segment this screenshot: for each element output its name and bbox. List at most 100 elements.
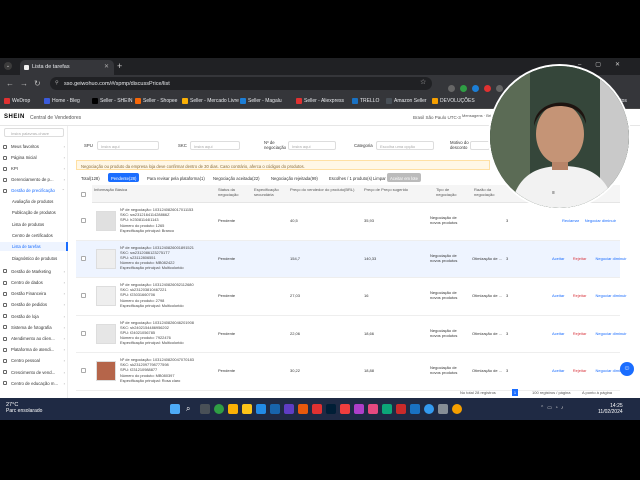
chat-help-icon[interactable]: ☺ xyxy=(620,362,634,376)
bookmark-item[interactable]: Seller - SHEIN xyxy=(92,96,133,106)
row-checkbox[interactable] xyxy=(81,330,86,336)
sidebar-item[interactable]: Centro pessoal › xyxy=(0,356,68,365)
chrome-icon[interactable] xyxy=(452,404,462,414)
reload-icon[interactable]: ↻ xyxy=(34,79,41,88)
sidebar-subitem[interactable]: Publicação de produtos xyxy=(0,208,68,217)
sidebar-item[interactable]: Meus favoritos › xyxy=(0,142,68,151)
row-checkbox[interactable] xyxy=(81,368,86,373)
sidebar-item[interactable]: Gestão de Marketing › xyxy=(0,267,68,276)
negotiation-number-input[interactable]: Insira aqui xyxy=(288,141,336,150)
extension-icon[interactable] xyxy=(472,85,479,92)
status-tab[interactable]: Negociação aceitada(22) xyxy=(210,173,263,182)
site-info-icon[interactable]: ⚲ xyxy=(55,80,59,86)
action-reject[interactable]: Rejeitar xyxy=(573,331,587,336)
row-checkbox[interactable] xyxy=(81,255,86,261)
bookmark-item[interactable]: DEVOLUÇÕES xyxy=(432,96,475,106)
bookmark-star-icon[interactable]: ☆ xyxy=(420,78,426,86)
weather-widget[interactable]: 27°C Parc ensolarado xyxy=(6,402,42,414)
action-negotiate[interactable]: Negociar diminuir xyxy=(596,293,627,298)
app-icon[interactable] xyxy=(256,404,266,414)
sidebar-item[interactable]: Gestão Financeira › xyxy=(0,289,68,298)
app-icon[interactable] xyxy=(382,404,392,414)
status-tab[interactable]: Para revisar pela plataforma(1) xyxy=(144,173,208,182)
folder-icon[interactable] xyxy=(242,404,252,414)
status-tab[interactable]: Escolhes / 1 produto(s) xyxy=(326,173,375,182)
sidebar-item[interactable]: Crescimento de vend... › xyxy=(0,368,68,377)
task-view-icon[interactable] xyxy=(200,404,210,414)
store-selector[interactable]: Brasil São Paulo UTC-3 xyxy=(413,115,461,120)
app-icon[interactable] xyxy=(354,404,364,414)
extension-icon[interactable] xyxy=(484,85,491,92)
action-complain[interactable]: Reclamar xyxy=(562,218,579,223)
start-icon[interactable] xyxy=(170,404,180,414)
forward-icon[interactable]: → xyxy=(20,79,28,88)
goto-page[interactable]: A ponto à página xyxy=(582,390,612,395)
row-checkbox[interactable] xyxy=(81,218,86,223)
sidebar-item[interactable]: Centro de dados › xyxy=(0,278,68,287)
app-icon[interactable] xyxy=(368,404,378,414)
system-tray[interactable]: ⌃▭◔♪ xyxy=(540,405,566,411)
spotify-icon[interactable] xyxy=(214,404,224,414)
extension-icon[interactable] xyxy=(496,85,503,92)
status-tab[interactable]: Negociação rejeitada(99) xyxy=(268,173,321,182)
extension-icon[interactable] xyxy=(448,85,455,92)
window-controls[interactable]: –▢✕ xyxy=(578,61,634,68)
action-reject[interactable]: Rejeitar xyxy=(573,368,587,373)
select-all-checkbox[interactable] xyxy=(81,192,86,197)
tab-menu-icon[interactable]: ⌄ xyxy=(4,62,12,70)
sidebar-item[interactable]: Gestão de loja › xyxy=(0,312,68,321)
app-icon[interactable] xyxy=(298,404,308,414)
action-negotiate[interactable]: Negociar diminuir xyxy=(585,218,616,223)
sidebar-subitem[interactable]: Diagnóstico de produtos xyxy=(0,254,68,263)
product-thumbnail[interactable] xyxy=(96,323,116,344)
app-icon[interactable] xyxy=(410,404,420,414)
chrome-icon[interactable] xyxy=(228,404,238,414)
sidebar-item[interactable]: Gerenciamento de p... › xyxy=(0,175,68,184)
bookmark-item[interactable]: TRELLO xyxy=(352,96,379,106)
status-tab[interactable]: Limpar xyxy=(370,173,389,182)
status-tab[interactable]: Aceitar em lote xyxy=(387,173,421,182)
bookmark-item[interactable]: Seller - Magalu xyxy=(240,96,282,106)
row-checkbox[interactable] xyxy=(81,293,86,298)
sidebar-item[interactable]: Centro de educação m... › xyxy=(0,379,68,388)
per-page-select[interactable]: 100 registros / página xyxy=(532,390,570,395)
product-thumbnail[interactable] xyxy=(96,211,116,231)
sidebar-item[interactable]: Atendimento ao clien... › xyxy=(0,334,68,343)
status-tab[interactable]: Total(128) xyxy=(78,173,103,182)
category-select[interactable]: Escolha uma opção xyxy=(376,141,434,150)
sidebar-search-input[interactable]: Insira palavras-chave xyxy=(4,128,64,137)
app-icon[interactable] xyxy=(312,404,322,414)
url-bar[interactable]: ⚲ sso.geiwohuo.com/#/spmp/discussPrice/l… xyxy=(50,77,432,90)
sidebar-subitem[interactable]: Centro de certificados xyxy=(0,231,68,240)
sidebar-item[interactable]: Gestão de pedidos › xyxy=(0,300,68,309)
sidebar-subitem[interactable]: Lista de produtos xyxy=(0,220,68,229)
status-tab[interactable]: Pendente(28) xyxy=(108,173,140,182)
close-tab-icon[interactable]: ✕ xyxy=(104,63,109,70)
sidebar-subitem[interactable]: Lista de tarefas xyxy=(0,242,68,252)
action-accept[interactable]: Aceitar xyxy=(552,331,564,336)
sidebar-item[interactable]: Página Inicial › xyxy=(0,153,68,162)
page-button[interactable]: 1 xyxy=(512,389,518,396)
discount-reason-select[interactable] xyxy=(470,141,490,150)
bookmark-item[interactable]: Seller - Aliexpress xyxy=(296,96,344,106)
sidebar-item[interactable]: KPI › xyxy=(0,164,68,173)
sidebar-item[interactable]: Gestão de precificação ⌃ xyxy=(0,186,68,195)
sidebar-item[interactable]: Sistema de fotografia › xyxy=(0,323,68,332)
action-accept[interactable]: Aceitar xyxy=(552,293,564,298)
bookmark-item[interactable]: WeDrop xyxy=(4,96,30,106)
action-negotiate[interactable]: Negociar diminuir xyxy=(596,331,627,336)
app-icon[interactable] xyxy=(396,404,406,414)
skc-input[interactable]: Insira aqui xyxy=(190,141,240,150)
app-icon[interactable] xyxy=(270,404,280,414)
product-thumbnail[interactable] xyxy=(96,286,116,306)
product-thumbnail[interactable] xyxy=(96,248,116,269)
action-accept[interactable]: Aceitar xyxy=(552,256,564,261)
product-thumbnail[interactable] xyxy=(96,361,116,381)
clock[interactable]: 14:25 11/02/2024 xyxy=(598,403,623,415)
action-reject[interactable]: Rejeitar xyxy=(573,256,587,261)
app-icon[interactable] xyxy=(438,404,448,414)
new-tab-button[interactable]: + xyxy=(117,61,122,71)
photoshop-icon[interactable] xyxy=(326,404,336,414)
bookmark-item[interactable]: Seller - Shopee xyxy=(135,96,177,106)
action-reject[interactable]: Rejeitar xyxy=(573,293,587,298)
